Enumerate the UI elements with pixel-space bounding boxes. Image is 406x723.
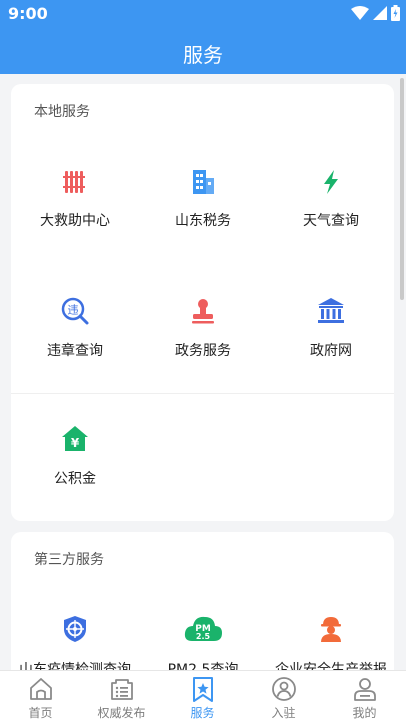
service-label: 政府网 xyxy=(310,343,352,359)
news-list-icon xyxy=(110,679,133,700)
service-label: 山东税务 xyxy=(175,213,231,229)
row-divider xyxy=(11,393,394,394)
third-party-services-title: 第三方服务 xyxy=(34,552,104,568)
lightning-icon xyxy=(324,170,338,194)
services-scroll-area[interactable]: 本地服务 大救助中心 山东税务 天气查询 违 违章查询 政务服务 政府网 ¥ 公… xyxy=(0,74,406,670)
tab-home[interactable]: 首页 xyxy=(0,671,81,723)
wifi-icon xyxy=(351,6,369,20)
service-pm25-query[interactable]: PM 2.5 PM2.5查询 xyxy=(139,592,267,670)
service-shandong-tax[interactable]: 山东税务 xyxy=(139,144,267,264)
tab-label: 首页 xyxy=(28,706,53,720)
service-housing-fund[interactable]: ¥ 公积金 xyxy=(11,402,139,522)
violation-search-icon: 违 xyxy=(61,297,89,325)
service-label: 公积金 xyxy=(54,471,96,487)
tab-settle-in[interactable]: 入驻 xyxy=(243,671,324,723)
scrollbar[interactable] xyxy=(400,78,404,300)
service-label: 山东疫情检测查询 xyxy=(19,662,131,670)
app-header: 服务 xyxy=(0,27,406,74)
service-bookmark-icon xyxy=(192,677,213,702)
status-bar: 9:00 xyxy=(0,0,406,27)
radiator-icon xyxy=(63,171,85,193)
service-label: 企业安全生产举报 xyxy=(275,662,387,670)
home-icon xyxy=(29,678,52,700)
tab-official-releases[interactable]: 权威发布 xyxy=(81,671,162,723)
service-label: 天气查询 xyxy=(303,213,359,229)
svg-text:违: 违 xyxy=(68,304,79,317)
building-icon xyxy=(193,170,214,194)
third-party-services-card: 第三方服务 山东疫情检测查询 PM 2.5 PM2.5查询 企业安全生产举报 xyxy=(11,532,394,670)
tab-label: 我的 xyxy=(352,706,377,720)
service-label: 违章查询 xyxy=(47,343,103,359)
service-epidemic-test-query[interactable]: 山东疫情检测查询 xyxy=(11,592,139,670)
local-services-card: 本地服务 大救助中心 山东税务 天气查询 违 违章查询 政务服务 政府网 ¥ 公… xyxy=(11,84,394,521)
local-services-title: 本地服务 xyxy=(34,104,90,120)
housing-fund-icon: ¥ xyxy=(62,426,88,451)
service-government-website[interactable]: 政府网 xyxy=(267,274,395,394)
bottom-tab-bar: 首页 权威发布 服务 入驻 我的 xyxy=(0,670,406,723)
service-government-affairs[interactable]: 政务服务 xyxy=(139,274,267,394)
service-safety-report[interactable]: 企业安全生产举报 xyxy=(267,592,395,670)
service-rescue-center[interactable]: 大救助中心 xyxy=(11,144,139,264)
service-violation-query[interactable]: 违 违章查询 xyxy=(11,274,139,394)
user-circle-icon xyxy=(271,677,296,701)
government-building-icon xyxy=(318,298,344,323)
tab-label: 入驻 xyxy=(271,706,296,720)
pm25-cloud-icon: PM 2.5 xyxy=(184,616,222,641)
service-label: PM2.5查询 xyxy=(167,662,239,670)
tab-mine[interactable]: 我的 xyxy=(324,671,405,723)
safety-worker-icon xyxy=(321,617,341,642)
page-title: 服务 xyxy=(183,43,223,67)
pm25-badge-bottom: 2.5 xyxy=(196,632,211,641)
profile-icon xyxy=(353,678,376,701)
battery-icon xyxy=(391,5,400,21)
service-label: 政务服务 xyxy=(175,343,231,359)
svg-text:¥: ¥ xyxy=(71,436,80,450)
status-icons xyxy=(351,5,400,21)
tab-label: 服务 xyxy=(190,706,215,720)
stamp-icon xyxy=(192,299,214,324)
service-weather[interactable]: 天气查询 xyxy=(267,144,395,264)
service-label: 大救助中心 xyxy=(40,213,110,229)
tab-label: 权威发布 xyxy=(97,706,146,720)
signal-icon xyxy=(373,6,387,20)
shield-target-icon xyxy=(64,616,86,642)
status-time: 9:00 xyxy=(8,4,48,23)
tab-services[interactable]: 服务 xyxy=(162,671,243,723)
